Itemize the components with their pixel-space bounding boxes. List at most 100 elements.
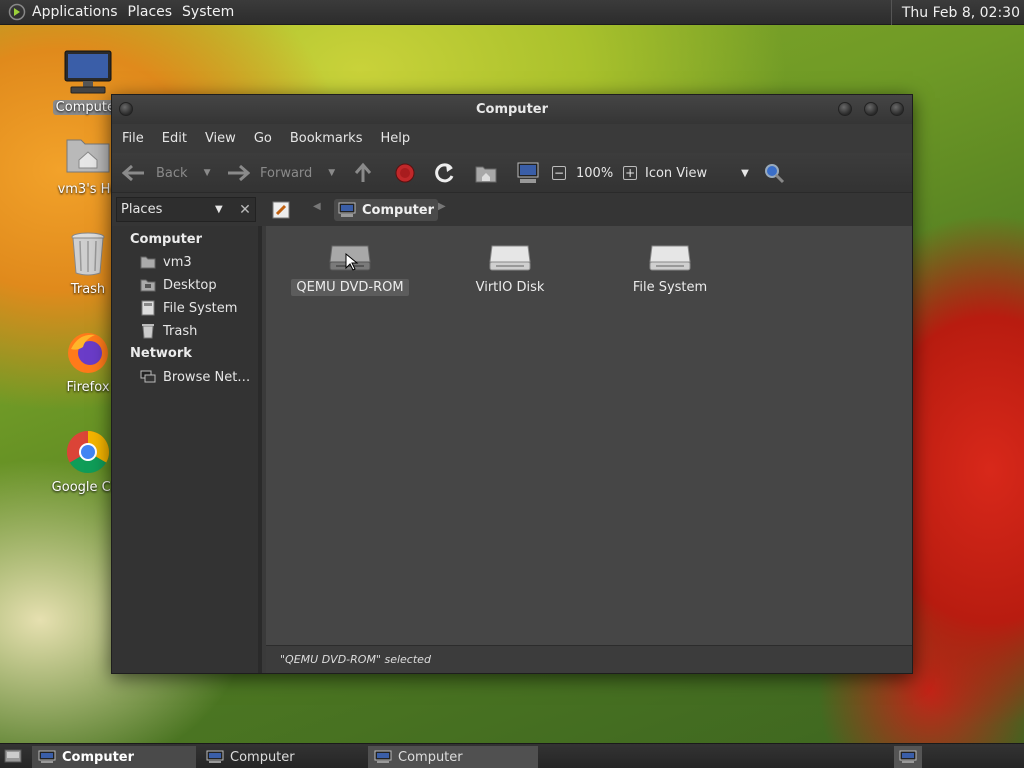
- optical-drive-icon: [329, 245, 371, 271]
- sidebar-section-computer: Computer: [130, 232, 203, 247]
- file-item-qemu-dvd-rom[interactable]: QEMU DVD-ROM: [290, 242, 410, 296]
- sidebar-item-trash[interactable]: Trash: [140, 323, 197, 339]
- forward-arrow-icon: [228, 164, 250, 182]
- sidebar-item-label: Browse Net…: [163, 369, 251, 385]
- places-sidebar: Computer vm3 Desktop File System Trash N…: [112, 226, 262, 673]
- bottom-panel: Computer Computer Computer: [0, 743, 1024, 768]
- reload-button[interactable]: [434, 153, 456, 193]
- menu-view[interactable]: View: [195, 131, 244, 146]
- trash-icon: [62, 228, 114, 280]
- taskbar-item-computer-3[interactable]: Computer: [368, 746, 538, 768]
- computer-button[interactable]: [516, 153, 540, 193]
- up-arrow-icon: [354, 162, 372, 182]
- file-label: File System: [632, 280, 708, 295]
- filesystem-icon: [140, 300, 156, 316]
- hard-disk-icon: [649, 245, 691, 271]
- window-titlebar[interactable]: Computer: [112, 95, 912, 124]
- breadcrumb-left-arrow-icon[interactable]: ◀: [313, 201, 321, 212]
- desktop-icon-label: Firefox: [66, 380, 110, 395]
- forward-button[interactable]: Forward ▼: [226, 153, 335, 193]
- computer-icon: [374, 750, 392, 763]
- taskbar-item-computer-1[interactable]: Computer: [32, 746, 196, 768]
- show-desktop-button[interactable]: [4, 748, 22, 768]
- back-label: Back: [156, 165, 188, 181]
- desktop-icon-label: Trash: [70, 282, 106, 297]
- edit-pencil-icon: [272, 201, 290, 219]
- file-item-virtio-disk[interactable]: VirtIO Disk: [450, 242, 570, 296]
- file-view[interactable]: QEMU DVD-ROM VirtIO Disk File System: [266, 226, 912, 673]
- taskbar-label: Computer: [62, 749, 135, 765]
- menu-help[interactable]: Help: [370, 131, 418, 146]
- workspace-switcher[interactable]: [894, 746, 922, 768]
- computer-icon: [517, 162, 539, 183]
- home-folder-icon: [475, 166, 497, 183]
- menu-file[interactable]: File: [112, 131, 152, 146]
- zoom-control: − 100% +: [552, 153, 638, 193]
- reload-icon: [435, 163, 454, 183]
- content-area: Computer vm3 Desktop File System Trash N…: [112, 226, 912, 673]
- file-item-file-system[interactable]: File System: [610, 242, 730, 296]
- search-button[interactable]: [763, 153, 785, 193]
- sidebar-item-label: File System: [163, 300, 238, 316]
- zoom-out-icon[interactable]: −: [552, 166, 566, 180]
- taskbar-item-computer-2[interactable]: Computer: [200, 746, 364, 768]
- sidebar-item-file-system[interactable]: File System: [140, 300, 237, 316]
- places-menu[interactable]: Places: [126, 4, 181, 20]
- sidebar-type-label: Places: [121, 202, 163, 217]
- menu-go[interactable]: Go: [244, 131, 280, 146]
- window-title: Computer: [475, 102, 549, 117]
- desktop-folder-icon: [140, 277, 156, 293]
- up-button[interactable]: [352, 153, 374, 193]
- zoom-level: 100%: [576, 165, 614, 181]
- edit-location-button[interactable]: [272, 201, 290, 223]
- sidebar-section-network: Network: [130, 346, 192, 361]
- back-button[interactable]: Back ▼: [122, 153, 210, 193]
- breadcrumb-label: Computer: [362, 202, 435, 218]
- forward-label: Forward: [260, 165, 313, 181]
- maximize-button[interactable]: [864, 102, 878, 116]
- sidebar-item-label: Trash: [163, 323, 198, 339]
- back-history-chevron-icon[interactable]: ▼: [204, 168, 211, 178]
- minimize-button[interactable]: [838, 102, 852, 116]
- stop-icon: [395, 163, 415, 183]
- view-mode-select[interactable]: Icon View ▼: [645, 153, 749, 193]
- stop-button[interactable]: [394, 153, 416, 193]
- file-label: QEMU DVD-ROM: [291, 279, 409, 296]
- chevron-down-icon: ▼: [215, 204, 223, 215]
- sidebar-item-label: vm3: [163, 254, 192, 270]
- hard-disk-icon: [489, 245, 531, 271]
- file-manager-window: Computer File Edit View Go Bookmarks Hel…: [111, 94, 913, 674]
- file-label: VirtIO Disk: [475, 280, 545, 295]
- applications-menu[interactable]: Applications: [32, 4, 126, 20]
- menu-edit[interactable]: Edit: [152, 131, 195, 146]
- search-icon: [765, 164, 785, 184]
- gnome-foot-icon[interactable]: [6, 1, 28, 23]
- status-text: "QEMU DVD-ROM" selected: [280, 653, 431, 666]
- home-folder-icon: [140, 254, 156, 270]
- system-menu[interactable]: System: [180, 4, 242, 20]
- trash-icon: [140, 323, 156, 339]
- toolbar: Back ▼ Forward ▼ − 100% + Icon View ▼: [112, 153, 912, 193]
- window-menu-icon[interactable]: [119, 102, 133, 116]
- zoom-in-icon[interactable]: +: [623, 166, 638, 180]
- computer-icon: [38, 750, 56, 763]
- menubar: File Edit View Go Bookmarks Help: [112, 124, 912, 153]
- sidebar-item-vm3[interactable]: vm3: [140, 254, 192, 270]
- taskbar-label: Computer: [230, 749, 295, 765]
- status-bar: "QEMU DVD-ROM" selected: [266, 645, 912, 673]
- clock[interactable]: Thu Feb 8, 02:30: [890, 0, 1024, 25]
- sidebar-item-desktop[interactable]: Desktop: [140, 277, 217, 293]
- breadcrumb-right-arrow-icon[interactable]: ▶: [438, 201, 446, 212]
- close-button[interactable]: [890, 102, 904, 116]
- computer-icon: [899, 750, 917, 763]
- top-panel: Applications Places System Thu Feb 8, 02…: [0, 0, 1024, 25]
- computer-icon: [206, 750, 224, 763]
- home-button[interactable]: [475, 153, 497, 193]
- sidebar-item-browse-network[interactable]: Browse Net…: [140, 369, 250, 385]
- menu-bookmarks[interactable]: Bookmarks: [280, 131, 371, 146]
- firefox-icon: [62, 326, 114, 378]
- forward-history-chevron-icon[interactable]: ▼: [328, 168, 335, 178]
- taskbar-label: Computer: [398, 749, 463, 765]
- close-sidebar-button[interactable]: ✕: [234, 197, 256, 222]
- breadcrumb-computer[interactable]: Computer: [334, 199, 439, 221]
